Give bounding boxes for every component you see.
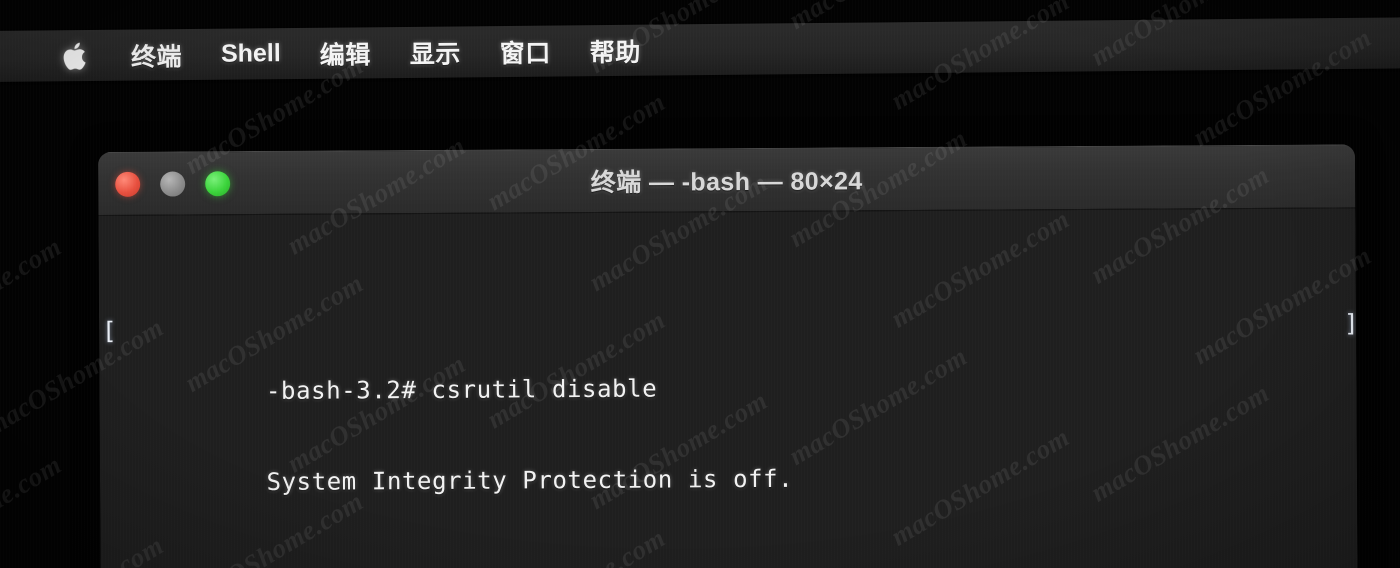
- menu-item-edit[interactable]: 编辑: [320, 35, 371, 71]
- zoom-button-icon[interactable]: [205, 170, 231, 196]
- traffic-light-controls: [98, 170, 231, 197]
- terminal-window[interactable]: 终端 — -bash — 80×24 [ -bash-3.2# csrutil …: [98, 144, 1358, 568]
- close-button-icon[interactable]: [115, 171, 141, 197]
- menu-item-shell[interactable]: Shell: [221, 39, 281, 69]
- menu-bar-items: 终端 Shell 编辑 显示 窗口 帮助: [0, 24, 680, 82]
- window-title-bar[interactable]: 终端 — -bash — 80×24: [98, 144, 1356, 216]
- terminal-line: [ -bash-3.2# csrutil disable ]: [102, 308, 1358, 405]
- desktop-background: 终端 Shell 编辑 显示 窗口 帮助 终端 — -bash — 80×24 …: [0, 0, 1400, 568]
- menu-item-terminal[interactable]: 终端: [131, 37, 182, 73]
- selection-bracket-left: [: [102, 316, 118, 345]
- minimize-button-icon[interactable]: [160, 170, 186, 197]
- terminal-line: Restart the machine for the changes to t…: [116, 552, 1357, 568]
- terminal-output-area[interactable]: [ -bash-3.2# csrutil disable ] System In…: [98, 208, 1358, 568]
- watermark-text: macOShome.com: [0, 449, 67, 568]
- terminal-line-text: System Integrity Protection is off.: [266, 464, 794, 496]
- terminal-lines: [ -bash-3.2# csrutil disable ] System In…: [98, 216, 1358, 568]
- selection-bracket-right: ]: [1343, 308, 1358, 337]
- terminal-line: System Integrity Protection is off.: [116, 430, 1357, 496]
- window-title: 终端 — -bash — 80×24: [590, 167, 863, 197]
- apple-logo-icon[interactable]: [60, 40, 87, 72]
- menu-item-help[interactable]: 帮助: [590, 32, 641, 68]
- watermark-text: macOShome.com: [0, 231, 67, 362]
- terminal-line-text: -bash-3.2# csrutil disable: [265, 374, 658, 405]
- menu-item-window[interactable]: 窗口: [500, 33, 551, 69]
- menu-bar: 终端 Shell 编辑 显示 窗口 帮助: [0, 17, 1400, 82]
- menu-item-view[interactable]: 显示: [410, 34, 461, 70]
